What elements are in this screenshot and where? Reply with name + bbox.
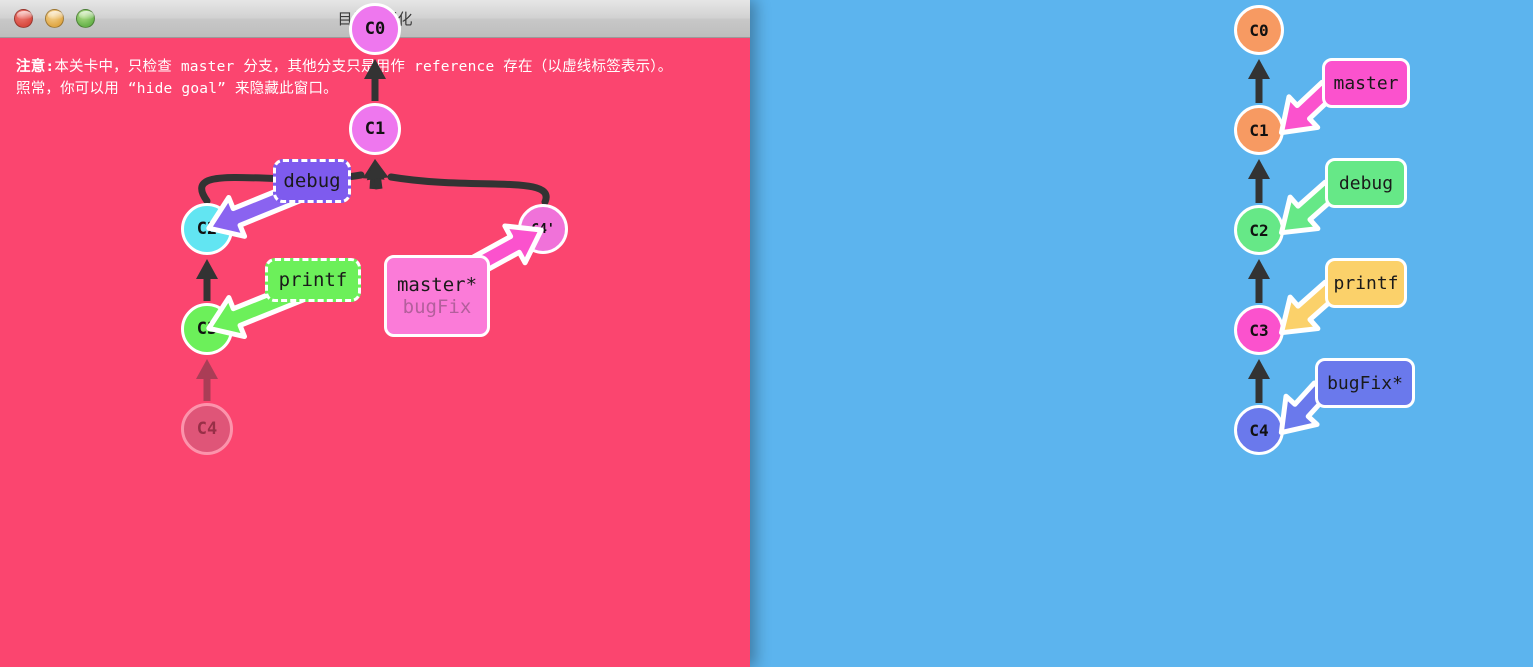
branch-tag-master-bugFix[interactable]: master* bugFix	[384, 255, 490, 337]
branch-tag-label: printf	[278, 269, 348, 291]
commit-node-C4p[interactable]: C4'	[518, 204, 568, 254]
commit-node-C2[interactable]: C2	[181, 203, 233, 255]
goal-branch-tag-debug[interactable]: debug	[1325, 158, 1407, 208]
branch-tag-debug[interactable]: debug	[273, 159, 351, 203]
commit-label: C1	[364, 119, 386, 139]
goal-commit-label: C4	[1249, 420, 1269, 440]
goal-branch-tag-printf[interactable]: printf	[1325, 258, 1407, 308]
goal-commit-node-C2[interactable]: C2	[1234, 205, 1284, 255]
commit-label: C2	[196, 219, 218, 239]
goal-window[interactable]: 目标可视化 注意:本关卡中，只检查 master 分支，其他分支只是用作 ref…	[0, 0, 750, 667]
branch-tag-printf[interactable]: printf	[265, 258, 361, 302]
goal-commit-node-C3[interactable]: C3	[1234, 305, 1284, 355]
goal-branch-tag-label: bugFix*	[1327, 372, 1403, 394]
branch-tag-label: bugFix	[402, 296, 472, 318]
goal-branch-tag-bugFix[interactable]: bugFix*	[1315, 358, 1415, 408]
commit-label: C3	[196, 319, 218, 339]
commit-node-C0[interactable]: C0	[349, 3, 401, 55]
goal-commit-label: C0	[1249, 20, 1269, 40]
goal-commit-label: C2	[1249, 220, 1269, 240]
commit-node-C1[interactable]: C1	[349, 103, 401, 155]
app-root: C0 C1 C2 C3 C4 master debug printf bugFix* 目标可视…	[0, 0, 1533, 667]
goal-commit-label: C1	[1249, 120, 1269, 140]
goal-commit-node-C4[interactable]: C4	[1234, 405, 1284, 455]
goal-commit-node-C1[interactable]: C1	[1234, 105, 1284, 155]
goal-commit-label: C3	[1249, 320, 1269, 340]
commit-label: C4'	[531, 221, 555, 237]
branch-tag-label: master*	[396, 274, 478, 296]
goal-branch-tag-master[interactable]: master	[1322, 58, 1410, 108]
goal-commit-node-C0[interactable]: C0	[1234, 5, 1284, 55]
goal-branch-tag-label: printf	[1333, 272, 1399, 294]
goal-branch-tag-label: debug	[1338, 172, 1394, 194]
tree-edge-layer	[196, 59, 550, 401]
commit-node-C3[interactable]: C3	[181, 303, 233, 355]
goal-branch-tag-label: master	[1333, 72, 1399, 94]
commit-label: C0	[364, 19, 386, 39]
branch-tag-label: debug	[283, 170, 341, 192]
